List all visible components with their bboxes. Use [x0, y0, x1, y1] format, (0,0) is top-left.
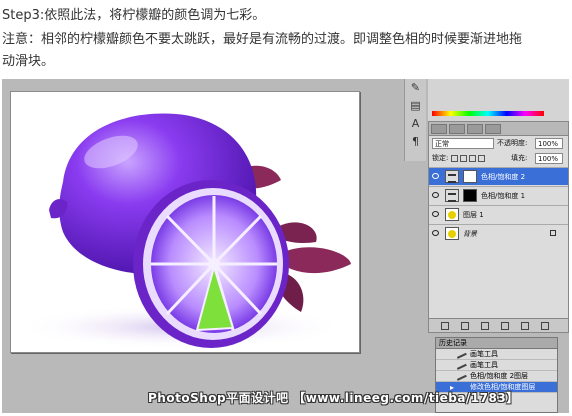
instruction-line-1: Step3:依照此法，将柠檬瓣的颜色调为七彩。 — [2, 8, 266, 23]
tool-brush-icon[interactable]: ✎ — [405, 79, 426, 97]
tab-layers[interactable] — [431, 124, 447, 134]
document-canvas[interactable] — [10, 91, 360, 353]
layer-name: 图层 1 — [463, 211, 484, 219]
history-title: 历史记录 — [436, 338, 557, 349]
lock-icon — [550, 230, 556, 236]
mask-icon[interactable] — [481, 322, 489, 330]
instruction-line-3: 动滑块。 — [2, 54, 55, 69]
layer-name: 背景 — [463, 230, 477, 238]
side-toolstrip: ✎ ▤ A ¶ — [404, 79, 426, 161]
instruction-line-2: 注意：相邻的柠檬瓣颜色不要太跳跃，最好是有流畅的过渡。即调整色相的时候要渐进地拖 — [2, 32, 523, 47]
history-item[interactable]: 画笔工具 — [436, 349, 557, 360]
fill-label: 填充: — [511, 154, 528, 162]
color-spectrum-bar[interactable] — [432, 111, 544, 116]
lock-transparency-icon[interactable] — [451, 155, 458, 162]
history-item-label: 画笔工具 — [470, 350, 498, 358]
layers-panel-tabs — [429, 122, 568, 136]
layer-row-hue-1[interactable]: 色相/饱和度 1 — [429, 186, 568, 204]
history-item[interactable]: 色相/饱和度 2图层 — [436, 371, 557, 382]
lock-pixels-icon[interactable] — [460, 155, 467, 162]
tool-layers-icon[interactable]: ▤ — [405, 97, 426, 115]
photoshop-screenshot: ✎ ▤ A ¶ 正常 不透明度: 100% 锁定: 填充: 100% 色相/饱和… — [2, 79, 569, 413]
fill-field[interactable]: 100% — [535, 153, 563, 164]
new-layer-icon[interactable] — [521, 322, 529, 330]
blend-row: 正常 不透明度: 100% — [429, 137, 568, 151]
layer-row-hue-2[interactable]: 色相/饱和度 2 — [429, 167, 568, 185]
lock-all-icon[interactable] — [478, 155, 485, 162]
adjustment-icon[interactable] — [501, 322, 509, 330]
tab-paths[interactable] — [467, 124, 483, 134]
lock-row: 锁定: 填充: 100% — [429, 152, 568, 166]
visibility-eye-icon[interactable] — [432, 230, 439, 236]
brush-icon — [455, 360, 467, 370]
layers-footer — [429, 318, 568, 332]
layer-mask-thumb[interactable] — [463, 189, 477, 202]
visibility-eye-icon[interactable] — [432, 211, 439, 217]
link-icon[interactable] — [441, 322, 449, 330]
layer-row-background[interactable]: 背景 — [429, 224, 568, 242]
brush-icon — [455, 371, 467, 381]
blend-mode-select[interactable]: 正常 — [432, 138, 494, 149]
fx-icon[interactable] — [461, 322, 469, 330]
history-item-label: 画笔工具 — [470, 361, 498, 369]
visibility-eye-icon[interactable] — [432, 173, 439, 179]
history-item[interactable]: 画笔工具 — [436, 360, 557, 371]
lock-icons — [451, 155, 501, 163]
adjustment-thumb-icon — [445, 189, 459, 202]
trash-icon[interactable] — [541, 322, 549, 330]
brush-icon — [455, 349, 467, 359]
history-item-label: 色相/饱和度 2图层 — [470, 372, 529, 380]
layer-name: 色相/饱和度 2 — [481, 173, 526, 181]
tool-type-icon[interactable]: A — [405, 115, 426, 133]
layer-name: 色相/饱和度 1 — [481, 192, 526, 200]
layers-panel: 正常 不透明度: 100% 锁定: 填充: 100% 色相/饱和度 2 色相/饱… — [428, 121, 569, 333]
layer-mask-thumb[interactable] — [463, 170, 477, 183]
lock-label: 锁定: — [432, 154, 449, 162]
layer-thumb — [445, 208, 459, 221]
slice-center — [208, 258, 220, 270]
tab-other[interactable] — [485, 124, 501, 134]
layer-thumb — [445, 227, 459, 240]
layer-row-layer-1[interactable]: 图层 1 — [429, 205, 568, 223]
lock-position-icon[interactable] — [469, 155, 476, 162]
tool-paragraph-icon[interactable]: ¶ — [405, 133, 426, 151]
opacity-label: 不透明度: — [497, 139, 528, 147]
visibility-eye-icon[interactable] — [432, 192, 439, 198]
adjustment-thumb-icon — [445, 170, 459, 183]
opacity-field[interactable]: 100% — [535, 138, 563, 149]
watermark: PhotoShop平面设计吧 【www.lineeg.com/tieba/178… — [148, 391, 519, 405]
tab-channels[interactable] — [449, 124, 465, 134]
purple-lemon-image — [16, 113, 351, 349]
